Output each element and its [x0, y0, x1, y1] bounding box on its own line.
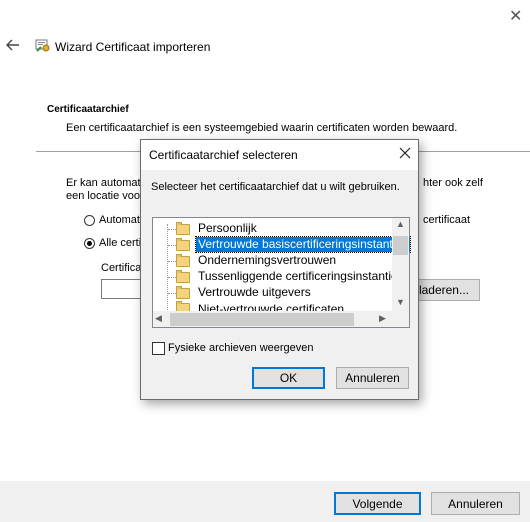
folder-icon [176, 238, 190, 251]
tree-connector [168, 293, 176, 294]
dialog-cancel-button[interactable]: Annuleren [336, 367, 409, 389]
radio-all-certificates[interactable] [84, 238, 95, 249]
folder-icon [176, 222, 190, 235]
dialog-instruction: Selecteer het certificaatarchief dat u w… [151, 181, 400, 193]
browse-button[interactable]: laderen... [412, 279, 480, 301]
show-physical-label: Fysieke archieven weergeven [168, 342, 314, 354]
tree-connector [168, 229, 176, 230]
next-button[interactable]: Volgende [334, 492, 421, 515]
horizontal-scroll-thumb[interactable] [170, 313, 354, 326]
body-text-line2: een locatie voo [66, 190, 140, 202]
dialog-title: Certificaatarchief selecteren [149, 148, 298, 162]
folder-icon [176, 286, 190, 299]
browse-button-label: laderen... [418, 283, 469, 297]
radio-automatic-label: Automati [99, 214, 143, 226]
store-item-trusted-root[interactable]: Vertrouwde basiscertificeringsinstanties [194, 236, 412, 253]
store-item-trusted-publishers[interactable]: Vertrouwde uitgevers [196, 285, 313, 300]
vertical-scroll-thumb[interactable] [393, 236, 408, 255]
body-text-line1-right: hter ook zelf [423, 177, 483, 189]
scrollbar-corner [392, 311, 409, 327]
scroll-up-icon[interactable]: ▲ [396, 219, 405, 229]
store-item-intermediate[interactable]: Tussenliggende certificeringsinstanties [196, 269, 406, 284]
section-description: Een certificaatarchief is een systeemgeb… [66, 122, 458, 134]
radio-automatic-label-right: certificaat [423, 214, 471, 226]
tree-connector [168, 245, 176, 246]
wizard-cancel-button[interactable]: Annuleren [431, 492, 520, 515]
store-item-enterprise-trust[interactable]: Ondernemingsvertrouwen [196, 253, 338, 268]
radio-automatic[interactable] [84, 215, 95, 226]
show-physical-checkbox[interactable] [152, 342, 165, 355]
scroll-right-icon[interactable]: ▶ [379, 313, 386, 324]
certificate-wizard-icon [35, 37, 51, 53]
certificate-store-field[interactable] [101, 279, 141, 299]
tree-connector [168, 277, 176, 278]
folder-icon [176, 254, 190, 267]
tree-lines [167, 224, 169, 310]
tree-connector [168, 261, 176, 262]
store-item-personal[interactable]: Persoonlijk [196, 221, 259, 236]
certificate-store-label: Certificat [101, 262, 145, 274]
dialog-close-icon[interactable] [398, 146, 412, 160]
folder-icon [176, 270, 190, 283]
scroll-left-icon[interactable]: ◀ [155, 313, 162, 324]
scroll-down-icon[interactable]: ▼ [396, 297, 405, 307]
body-text-line1: Er kan automat [66, 177, 141, 189]
radio-all-certificates-label: Alle certi [99, 237, 142, 249]
wizard-title: Wizard Certificaat importeren [55, 40, 211, 54]
ok-button[interactable]: OK [252, 367, 325, 389]
section-title: Certificaatarchief [47, 104, 129, 115]
window-close-icon[interactable]: ✕ [509, 6, 522, 26]
back-arrow-icon[interactable] [6, 38, 20, 52]
